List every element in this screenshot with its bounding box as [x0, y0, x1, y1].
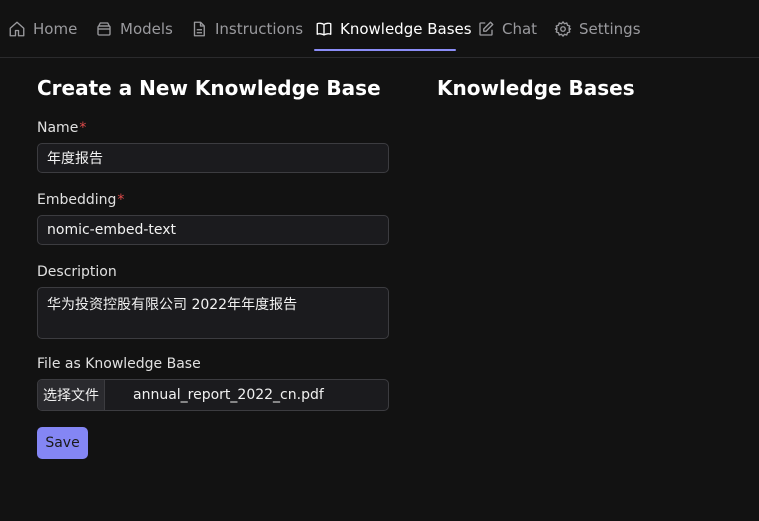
tab-label: Chat [502, 19, 538, 38]
tab-label: Instructions [215, 19, 304, 38]
name-label-text: Name [37, 120, 79, 136]
required-marker: * [117, 192, 125, 208]
gear-icon [554, 20, 572, 38]
file-label: File as Knowledge Base [37, 356, 201, 372]
box-icon [95, 20, 113, 38]
top-nav: Home Models Instructions Knowledge Bases… [0, 0, 759, 58]
file-input[interactable]: 选择文件 annual_report_2022_cn.pdf [37, 379, 389, 411]
required-marker: * [79, 120, 87, 136]
edit-icon [477, 20, 495, 38]
tab-label: Settings [579, 19, 641, 38]
knowledge-bases-title: Knowledge Bases [437, 76, 635, 100]
home-icon [8, 20, 26, 38]
book-icon [315, 20, 333, 38]
tab-label: Knowledge Bases [340, 19, 472, 38]
embedding-input-value: nomic-embed-text [47, 222, 177, 238]
tab-models[interactable]: Models [95, 0, 173, 57]
document-icon [190, 20, 208, 38]
name-input[interactable]: 年度报告 [37, 143, 389, 173]
embedding-label-text: Embedding [37, 192, 117, 208]
embedding-label: Embedding* [37, 192, 124, 208]
name-input-value: 年度报告 [47, 151, 103, 167]
save-button[interactable]: Save [37, 427, 88, 459]
tab-chat[interactable]: Chat [477, 0, 537, 57]
name-label: Name* [37, 120, 86, 136]
tab-label: Models [120, 19, 173, 38]
tab-home[interactable]: Home [8, 0, 77, 57]
embedding-input[interactable]: nomic-embed-text [37, 215, 389, 245]
tab-instructions[interactable]: Instructions [190, 0, 303, 57]
active-tab-indicator [314, 49, 456, 51]
description-value: 华为投资控股有限公司 2022年年度报告 [47, 297, 298, 313]
description-textarea[interactable]: 华为投资控股有限公司 2022年年度报告 [37, 287, 389, 339]
create-form-title: Create a New Knowledge Base [37, 76, 381, 100]
tab-label: Home [33, 19, 78, 38]
tab-settings[interactable]: Settings [554, 0, 641, 57]
description-label: Description [37, 264, 117, 280]
selected-file-name: annual_report_2022_cn.pdf [133, 387, 324, 403]
choose-file-button[interactable]: 选择文件 [38, 380, 105, 410]
